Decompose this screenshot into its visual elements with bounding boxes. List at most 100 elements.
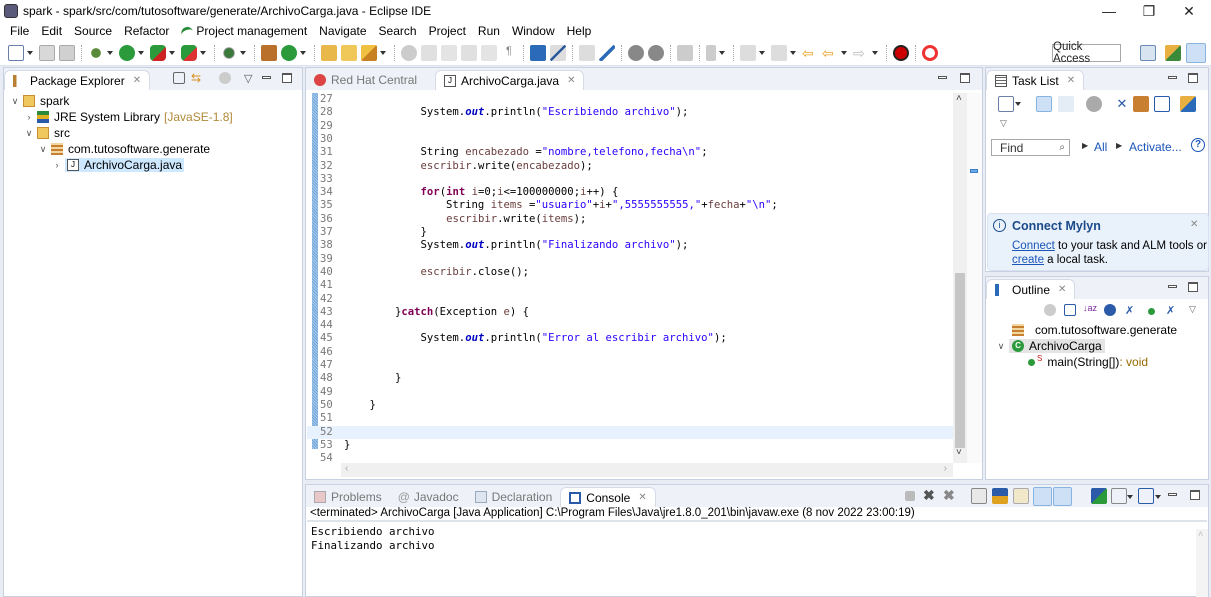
chevron-down-icon[interactable]: ∨ xyxy=(10,96,20,107)
code-line[interactable]: 44 xyxy=(307,319,953,332)
close-tab-icon[interactable]: ✕ xyxy=(1067,75,1075,86)
skip-breakpoints-icon[interactable] xyxy=(550,44,566,61)
new-class-dropdown[interactable] xyxy=(300,50,306,55)
outline-item-method[interactable]: S main(String[]) : void xyxy=(1028,354,1148,370)
link-with-editor-icon[interactable]: ⇆ xyxy=(191,72,204,85)
restore-button[interactable]: ❐ xyxy=(1129,0,1169,22)
scroll-up-icon[interactable]: ˄ xyxy=(1198,529,1203,539)
close-tab-icon[interactable]: ✕ xyxy=(1058,284,1066,295)
remove-all-terminated-icon[interactable]: ✖ xyxy=(943,487,959,503)
editor-vertical-scrollbar[interactable]: ˄ ˅ xyxy=(953,93,967,463)
minimize-editor-button[interactable] xyxy=(938,76,947,79)
chevron-down-icon[interactable]: ∨ xyxy=(996,341,1006,352)
tab-problems[interactable]: Problems xyxy=(306,487,390,507)
collapse-all-icon[interactable] xyxy=(1064,304,1076,316)
focus-icon[interactable] xyxy=(1044,304,1056,316)
word-wrap-icon[interactable] xyxy=(1013,488,1029,504)
tab-javadoc[interactable]: @ Javadoc xyxy=(390,487,467,507)
minimize-view-button[interactable] xyxy=(1168,493,1177,496)
outline-item-class[interactable]: ∨ C ArchivoCarga xyxy=(996,338,1105,354)
code-line[interactable]: 31 String encabezado ="nombre,telefono,f… xyxy=(307,146,953,159)
maximize-view-button[interactable] xyxy=(1188,282,1198,292)
paragraph-icon[interactable]: ¶ xyxy=(501,45,517,61)
chevron-down-icon[interactable]: ∨ xyxy=(38,144,48,155)
open-resource-dropdown[interactable] xyxy=(380,50,386,55)
show-whitespace-icon[interactable] xyxy=(461,44,477,61)
collapse-all-icon[interactable] xyxy=(173,72,185,84)
close-tab-icon[interactable]: ✕ xyxy=(567,75,575,86)
forward-dropdown[interactable] xyxy=(872,50,878,55)
open-resource-icon[interactable] xyxy=(361,44,377,61)
breakpoint-disabled-icon[interactable] xyxy=(648,44,664,61)
tab-outline[interactable]: Outline ✕ xyxy=(986,279,1076,299)
coverage-icon[interactable] xyxy=(150,44,166,61)
code-line[interactable]: 30 xyxy=(307,133,953,146)
next-annotation-dropdown[interactable] xyxy=(759,50,765,55)
code-line[interactable]: 36 escribir.write(items); xyxy=(307,213,953,226)
chevron-right-icon[interactable]: › xyxy=(52,160,62,170)
all-link[interactable]: All xyxy=(1094,140,1107,154)
hide-static-icon[interactable]: ✗ xyxy=(1125,304,1141,320)
last-edit-icon[interactable]: ⇦ xyxy=(802,45,818,61)
code-line[interactable]: 48 } xyxy=(307,372,953,385)
redhat-icon[interactable] xyxy=(893,44,909,61)
tree-item-src[interactable]: ∨ src xyxy=(24,125,70,141)
breakpoint-icon[interactable] xyxy=(628,44,644,61)
back-icon[interactable]: ⇦ xyxy=(822,45,838,61)
run-icon[interactable] xyxy=(119,44,135,61)
java-perspective-icon[interactable] xyxy=(1186,43,1206,63)
help-icon[interactable]: ? xyxy=(1191,138,1205,152)
console-output[interactable]: Escribiendo archivo Finalizando archivo xyxy=(311,525,435,552)
search-icon[interactable] xyxy=(221,44,237,61)
filter-icon[interactable] xyxy=(1133,96,1149,112)
open-console-dropdown[interactable] xyxy=(1155,495,1161,499)
run-dropdown[interactable] xyxy=(138,50,144,55)
new-package-icon[interactable] xyxy=(261,44,277,61)
search-dropdown[interactable] xyxy=(240,50,246,55)
minimize-view-button[interactable] xyxy=(1168,76,1177,79)
open-task-icon[interactable] xyxy=(341,44,357,61)
focus-icon[interactable] xyxy=(219,72,231,84)
minimize-button[interactable]: — xyxy=(1089,0,1129,22)
hide-completed-icon[interactable]: ✕ xyxy=(1114,96,1130,112)
menu-run[interactable]: Run xyxy=(472,24,506,38)
display-console-dropdown[interactable] xyxy=(1127,495,1133,499)
coverage-dropdown[interactable] xyxy=(169,50,175,55)
word-wrap-icon[interactable] xyxy=(481,44,497,61)
code-line[interactable]: 27 xyxy=(307,93,953,106)
scroll-down-icon[interactable]: ˅ xyxy=(956,447,962,458)
debug-icon[interactable] xyxy=(88,44,104,61)
collapse-all-icon[interactable] xyxy=(1154,96,1170,112)
code-line[interactable]: 41 xyxy=(307,279,953,292)
close-notice-icon[interactable]: ✕ xyxy=(1190,219,1198,230)
code-line[interactable]: 50 } xyxy=(307,399,953,412)
tab-console[interactable]: Console ✕ xyxy=(560,487,656,507)
create-link[interactable]: create xyxy=(1012,254,1044,266)
view-menu-icon[interactable]: ▽ xyxy=(244,72,252,85)
clear-console-icon[interactable] xyxy=(971,488,987,504)
save-all-icon[interactable] xyxy=(59,44,75,61)
open-console-icon[interactable] xyxy=(1138,488,1154,504)
menu-navigate[interactable]: Navigate xyxy=(313,24,372,38)
minimize-view-button[interactable] xyxy=(1168,285,1177,288)
open-perspective-icon[interactable] xyxy=(1140,45,1156,61)
menu-search[interactable]: Search xyxy=(373,24,423,38)
tab-task-list[interactable]: Task List ✕ xyxy=(986,70,1085,90)
activate-link[interactable]: Activate... xyxy=(1129,140,1182,154)
scrollbar-thumb[interactable] xyxy=(955,273,965,448)
scroll-right-icon[interactable]: › xyxy=(944,463,947,474)
terminal-dropdown[interactable] xyxy=(719,50,725,55)
menu-edit[interactable]: Edit xyxy=(35,24,68,38)
console-vertical-scrollbar[interactable]: ˄ xyxy=(1196,529,1208,597)
menu-help[interactable]: Help xyxy=(561,24,598,38)
code-line[interactable]: 46 xyxy=(307,346,953,359)
code-line[interactable]: 53} xyxy=(307,439,953,452)
open-console-icon[interactable] xyxy=(530,44,546,61)
code-line[interactable]: 49 xyxy=(307,386,953,399)
hide-non-public-icon[interactable] xyxy=(1148,308,1155,315)
java-ee-icon[interactable] xyxy=(1165,45,1181,61)
tab-package-explorer[interactable]: Package Explorer ✕ xyxy=(4,70,151,90)
code-line[interactable]: 28 System.out.println("Escribiendo archi… xyxy=(307,106,953,119)
sort-icon[interactable]: ↓az xyxy=(1083,303,1099,319)
menu-refactor[interactable]: Refactor xyxy=(118,24,175,38)
